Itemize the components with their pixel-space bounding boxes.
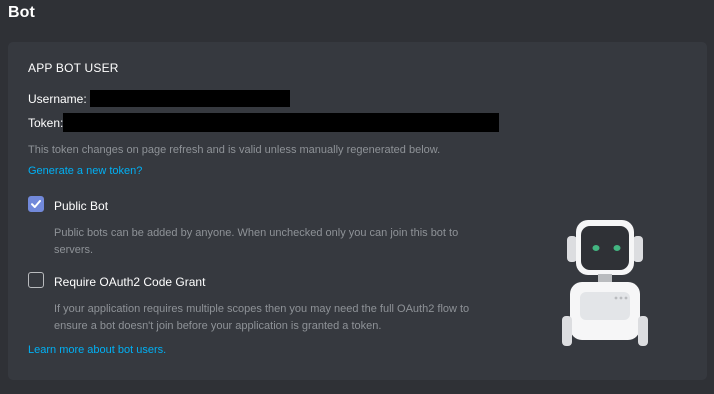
public-bot-label[interactable]: Public Bot: [54, 199, 108, 213]
oauth2-grant-label[interactable]: Require OAuth2 Code Grant: [54, 275, 205, 289]
public-bot-description-line2: servers.: [54, 244, 94, 256]
generate-token-link[interactable]: Generate a new token?: [28, 165, 142, 177]
public-bot-checkbox[interactable]: [28, 196, 44, 212]
username-label: Username:: [28, 92, 87, 106]
oauth2-grant-checkbox[interactable]: [28, 272, 44, 288]
username-value-redacted: [90, 90, 290, 107]
public-bot-description-line1: Public bots can be added by anyone. When…: [54, 227, 459, 239]
check-icon: [31, 200, 41, 208]
page-title: Bot: [8, 4, 35, 21]
token-label: Token:: [28, 116, 64, 130]
oauth2-grant-description-line1: If your application requires multiple sc…: [54, 303, 470, 315]
learn-more-link[interactable]: Learn more about bot users.: [28, 344, 166, 356]
section-title: APP BOT USER: [28, 61, 119, 75]
token-hint: This token changes on page refresh and i…: [28, 144, 441, 156]
token-value-redacted[interactable]: [63, 113, 499, 132]
oauth2-grant-description-line2: ensure a bot doesn't join before your ap…: [54, 320, 382, 332]
robot-mascot-illustration: [562, 220, 648, 346]
